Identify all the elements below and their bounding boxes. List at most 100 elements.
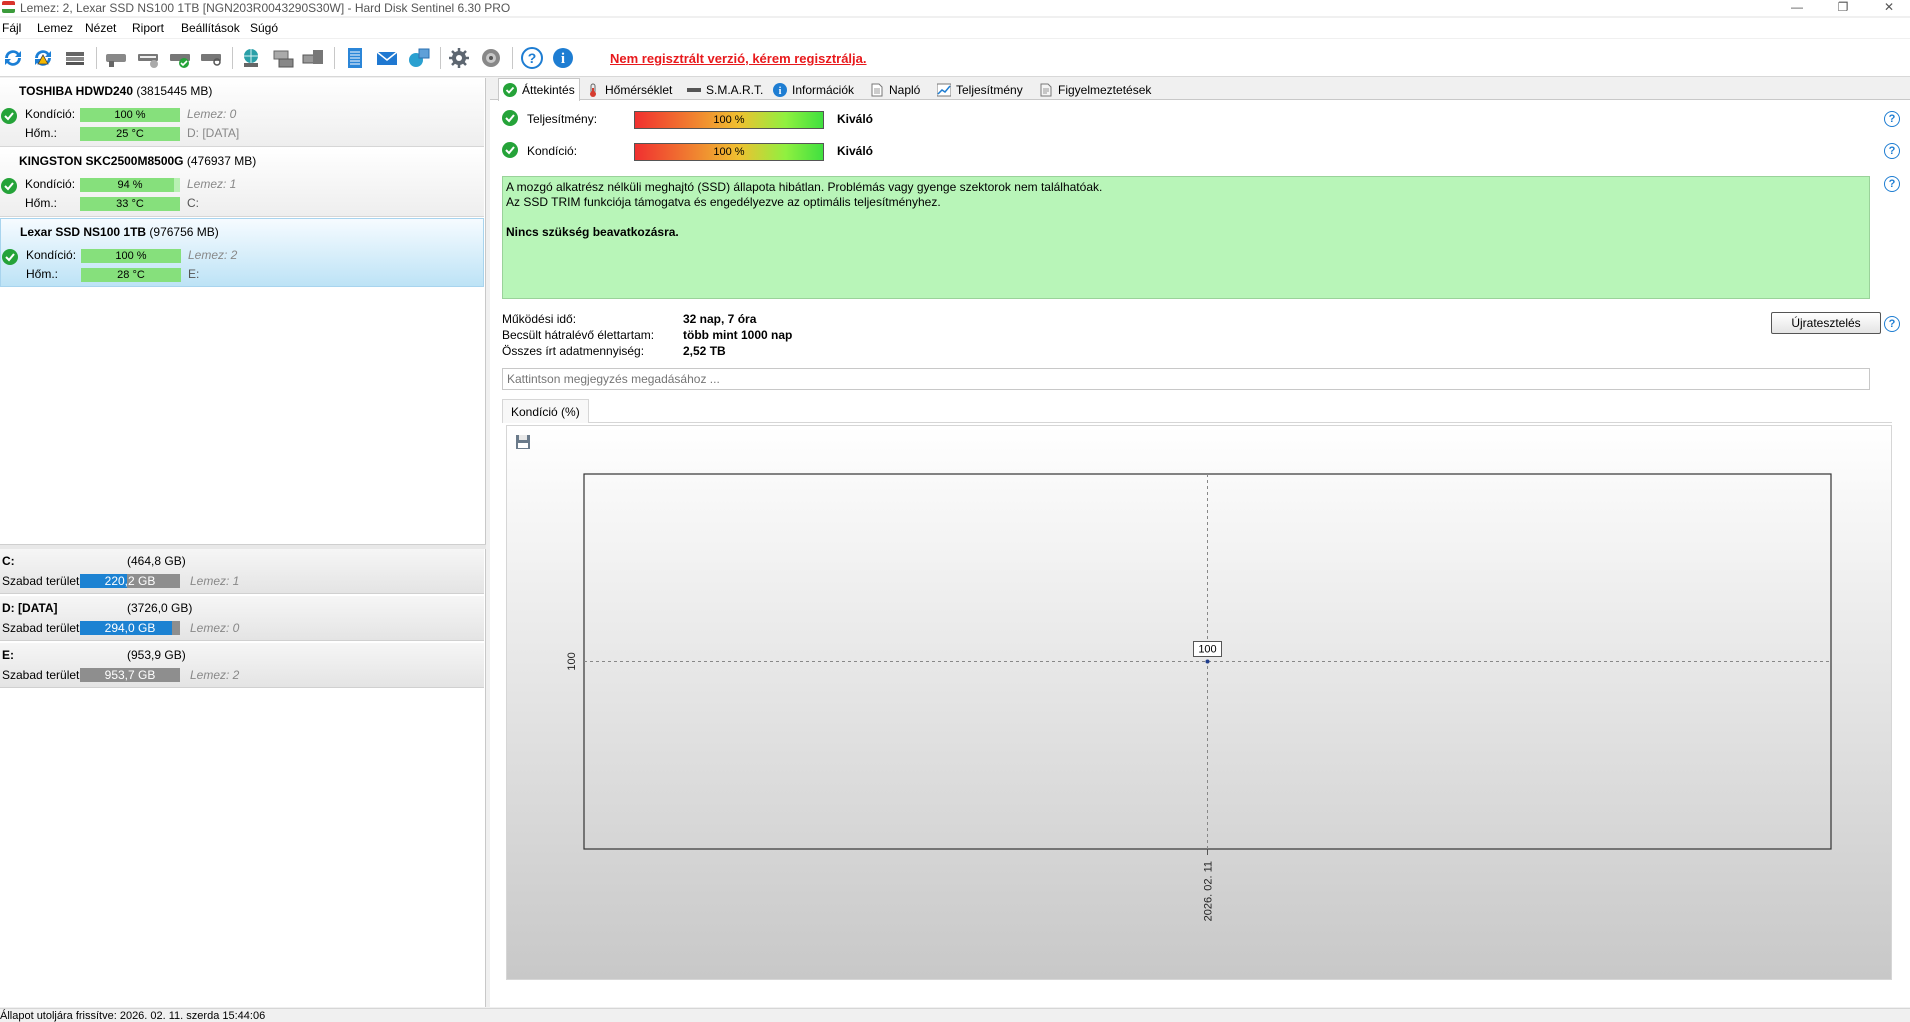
volume-name: D: [DATA] — [2, 601, 58, 615]
volume-size: (464,8 GB) — [127, 554, 186, 568]
chart-tab-bar: Kondíció (%) — [502, 399, 1892, 423]
sound-alert-icon[interactable] — [478, 45, 504, 71]
disk-surface-test-icon[interactable] — [103, 45, 129, 71]
performance-row: Teljesítmény: 100 % Kiváló — [502, 110, 902, 129]
svg-text:i: i — [779, 86, 782, 97]
x-tick-label: 2026. 02. 11 — [1203, 861, 1215, 921]
condition-label: Kondíció: — [26, 248, 77, 262]
menu-report[interactable]: Riport — [132, 21, 164, 35]
restore-button[interactable]: ❐ — [1820, 0, 1866, 16]
disk-list-panel: TOSHIBA HDWD240 (3815445 MB) Kondíció: 1… — [0, 78, 486, 544]
performance-label: Teljesítmény: — [527, 112, 598, 126]
menu-view[interactable]: Nézet — [85, 21, 116, 35]
disk-card-toshiba[interactable]: TOSHIBA HDWD240 (3815445 MB) Kondíció: 1… — [0, 78, 484, 147]
data-point — [1205, 659, 1210, 664]
chart-icon — [937, 83, 951, 97]
free-space-bar: 294,0 GB — [80, 621, 180, 635]
condition-bar: 100 % — [81, 249, 181, 263]
menu-settings[interactable]: Beállítások — [181, 21, 240, 35]
volume-card-c[interactable]: C: (464,8 GB) Szabad terület 220,2 GB Le… — [0, 549, 484, 594]
title-bar: Lemez: 2, Lexar SSD NS100 1TB [NGN203R00… — [0, 0, 1910, 16]
status-ok-icon — [502, 110, 518, 126]
app-icon — [2, 1, 15, 13]
minimize-button[interactable]: — — [1774, 0, 1820, 16]
tab-overview[interactable]: Áttekintés — [498, 78, 580, 101]
svg-text:i: i — [561, 51, 565, 67]
performance-help-icon[interactable]: ? — [1884, 111, 1900, 127]
temperature-label: Hőm.: — [25, 126, 58, 140]
retest-button[interactable]: Újratesztelés — [1771, 312, 1881, 334]
toolbar-separator — [512, 47, 513, 69]
condition-label: Kondíció: — [25, 177, 76, 191]
report-icon[interactable] — [342, 45, 368, 71]
tab-smart[interactable]: S.M.A.R.T. — [683, 80, 767, 100]
menu-help[interactable]: Súgó — [250, 21, 278, 35]
disk-icon — [687, 83, 701, 97]
tab-alerts[interactable]: Figyelmeztetések — [1035, 80, 1155, 100]
volume-name: C: — [2, 554, 15, 568]
tab-performance[interactable]: Teljesítmény — [933, 80, 1027, 100]
unregistered-notice-link[interactable]: Nem regisztrált verzió, kérem regisztrál… — [610, 51, 867, 66]
condition-label: Kondíció: — [527, 144, 578, 158]
disk-ref: Lemez: 0 — [190, 621, 240, 635]
performance-bar: 100 % — [634, 111, 824, 129]
free-space-label: Szabad terület — [2, 574, 80, 588]
remote-monitor-icon[interactable] — [300, 45, 326, 71]
disk-search-icon[interactable] — [198, 45, 224, 71]
check-circle-icon — [503, 83, 517, 97]
free-space-label: Szabad terület — [2, 668, 80, 682]
help-icon[interactable]: ? — [519, 45, 545, 71]
tab-condition-chart[interactable]: Kondíció (%) — [502, 399, 589, 423]
disk-details-icon[interactable] — [135, 45, 161, 71]
refresh-icon[interactable] — [0, 45, 26, 71]
performance-rating: Kiváló — [837, 112, 874, 126]
alerts-document-icon — [1039, 83, 1053, 97]
tab-temperature[interactable]: Hőmérséklet — [582, 80, 676, 100]
disk-card-lexar[interactable]: Lexar SSD NS100 1TB (976756 MB) Kondíció… — [0, 218, 484, 287]
menu-disk[interactable]: Lemez — [37, 21, 73, 35]
note-input[interactable] — [502, 368, 1870, 390]
tab-information[interactable]: i Információk — [769, 80, 858, 100]
temperature-bar: 25 °C — [80, 127, 180, 141]
gear-icon[interactable] — [446, 45, 472, 71]
info-icon[interactable]: i — [550, 45, 576, 71]
data-label: 100 — [1198, 644, 1216, 656]
email-icon[interactable] — [374, 45, 400, 71]
condition-help-icon[interactable]: ? — [1884, 143, 1900, 159]
disk-check-icon[interactable] — [167, 45, 193, 71]
last-updated-text: Állapot utoljára frissítve: 2026. 02. 11… — [0, 1010, 266, 1022]
network-globe-icon[interactable] — [238, 45, 264, 71]
free-space-bar: 953,7 GB — [80, 668, 180, 682]
network-drive-icon[interactable] — [270, 45, 296, 71]
volume-card-d[interactable]: D: [DATA] (3726,0 GB) Szabad terület 294… — [0, 596, 484, 641]
refresh-all-icon[interactable] — [30, 45, 56, 71]
toolbar-separator — [96, 47, 97, 69]
info-icon: i — [773, 83, 787, 97]
status-help-icon[interactable]: ? — [1884, 176, 1900, 192]
status-ok-icon — [1, 108, 17, 124]
disk-card-kingston[interactable]: KINGSTON SKC2500M8500G (476937 MB) Kondí… — [0, 148, 484, 217]
status-line: Az SSD TRIM funkciója támogatva és enged… — [506, 195, 941, 209]
close-button[interactable]: ✕ — [1866, 0, 1910, 16]
status-line: A mozgó alkatrész nélküli meghajtó (SSD)… — [506, 180, 1103, 194]
status-ok-icon — [502, 142, 518, 158]
total-written-value: 2,52 TB — [683, 344, 726, 358]
remaining-life-value: több mint 1000 nap — [683, 328, 793, 342]
web-report-icon[interactable] — [406, 45, 432, 71]
volume-card-e[interactable]: E: (953,9 GB) Szabad terület 953,7 GB Le… — [0, 643, 484, 688]
volume-list-panel: C: (464,8 GB) Szabad terület 220,2 GB Le… — [0, 549, 486, 1007]
total-written-label: Összes írt adatmennyiség: — [502, 344, 645, 358]
condition-rating: Kiváló — [837, 144, 874, 158]
thermometer-icon — [586, 83, 600, 97]
volume-size: (953,9 GB) — [127, 648, 186, 662]
y-tick-label: 100 — [566, 652, 578, 670]
retest-help-icon[interactable]: ? — [1884, 316, 1900, 332]
toolbar-separator — [334, 47, 335, 69]
menu-file[interactable]: Fájl — [2, 21, 21, 35]
condition-row: Kondíció: 100 % Kiváló — [502, 142, 902, 161]
tab-log[interactable]: Napló — [866, 80, 924, 100]
disk-list-icon[interactable] — [62, 45, 88, 71]
toolbar-separator — [232, 47, 233, 69]
chart-canvas: 100 2026. 02. 11 100 — [566, 473, 1832, 921]
status-description: A mozgó alkatrész nélküli meghajtó (SSD)… — [502, 176, 1870, 299]
